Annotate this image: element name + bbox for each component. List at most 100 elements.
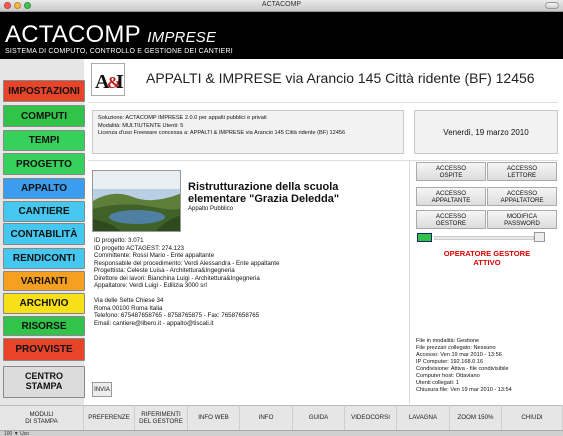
stop-button[interactable]: [534, 232, 545, 242]
project-detail-line: Email: cantiere@libero.it - appalto@tisc…: [94, 319, 214, 327]
brand-name: ACTACOMP: [5, 21, 141, 48]
nav-button-1[interactable]: COMPUTI: [3, 105, 85, 127]
project-type: Appalto Pubblico: [188, 206, 234, 212]
toolbar-button-3[interactable]: INFO WEB: [188, 405, 240, 430]
project-detail-line: Direttore dei lavori: Bianchina Luigi - …: [94, 274, 260, 282]
toolbar-button-0[interactable]: MODULI DI STAMPA: [0, 405, 84, 430]
nav-button-3[interactable]: PROGETTO: [3, 153, 85, 175]
project-detail-line: Committente: Rossi Mario - Ente appaltan…: [94, 252, 215, 259]
access-button-label: ACCESSO: [506, 189, 538, 197]
access-button-label: APPALTANTE: [431, 196, 471, 204]
file-info-line: File prezzari collegato: Nessuno: [416, 345, 496, 351]
access-button-0[interactable]: ACCESSO OSPITE: [416, 162, 486, 181]
send-button[interactable]: INVIA: [92, 382, 112, 397]
nav-button-11[interactable]: PROVVISTE: [3, 338, 85, 361]
date-box: Venerdì, 19 marzo 2010: [414, 110, 558, 154]
nav-button-10[interactable]: RISORSE: [3, 316, 85, 336]
project-detail-line: Progettista: Celeste Luisa - Architettur…: [94, 267, 235, 274]
file-info: File in modalità: Gestione File prezzari …: [416, 338, 558, 394]
nav-button-9[interactable]: ARCHIVIO: [3, 293, 85, 314]
toolbar-button-8[interactable]: ZOOM 150%: [450, 405, 502, 430]
access-button-3[interactable]: ACCESSO APPALTATORE: [487, 187, 557, 206]
access-button-label: MODIFICA: [506, 212, 538, 220]
access-button-label: ACCESSO: [435, 212, 467, 220]
current-date: Venerdì, 19 marzo 2010: [443, 127, 529, 137]
nav-button-4[interactable]: APPALTO: [3, 178, 85, 199]
company-logo: A & I: [91, 63, 125, 96]
operator-status-line: ATTIVO: [473, 258, 501, 267]
file-info-line: Condivisione: Attiva - file condivisibil…: [416, 366, 509, 372]
toolbar-button-6[interactable]: VIDEOCORSI: [345, 405, 397, 430]
file-info-line: IP Computer: 192.168.0.16: [416, 359, 484, 365]
access-button-label: LETTORE: [507, 171, 537, 179]
project-detail-line: Roma 00100 Roma Italia: [94, 304, 163, 312]
toolbar-button-7[interactable]: LAVAGNA: [397, 405, 450, 430]
project-detail-line: ID progetto: 3.071: [94, 237, 144, 244]
divider: [88, 102, 558, 103]
divider: [409, 160, 410, 404]
access-button-label: ACCESSO: [506, 164, 538, 172]
access-button-5[interactable]: MODIFICA PASSWORD: [487, 210, 557, 229]
project-detail-line: [94, 290, 404, 298]
operator-status-line: OPERATORE GESTORE: [443, 249, 531, 258]
operator-status: OPERATORE GESTORE ATTIVO: [416, 249, 558, 267]
toolbar-button-label: CHIUDI: [521, 414, 543, 421]
project-detail-line: ID progetto ACTAGEST: 274.123: [94, 244, 184, 252]
access-button-label: ACCESSO: [435, 189, 467, 197]
toolbar-button-label: INFO: [258, 414, 274, 421]
access-button-4[interactable]: ACCESSO GESTORE: [416, 210, 486, 229]
license-line: Licenza d'uso Freeware concessa a: APPAL…: [98, 130, 346, 137]
toolbar-button-4[interactable]: INFO: [240, 405, 293, 430]
toolbar-button-9[interactable]: CHIUDI: [502, 405, 563, 430]
app-subtitle: SISTEMA DI COMPUTO, CONTROLLO E GESTIONE…: [5, 48, 233, 55]
toolbar-button-2[interactable]: RIFERIMENTI DEL GESTORE: [135, 405, 188, 430]
status-indicator: [417, 233, 432, 242]
project-details: ID progetto: 3.071 ID progetto ACTAGEST: …: [94, 237, 404, 327]
file-info-line: File in modalità: Gestione: [416, 338, 480, 344]
toolbar-button-label: ZOOM 150%: [457, 414, 494, 421]
access-button-label: GESTORE: [435, 219, 467, 227]
file-info-line: Accesso: Ven 19 mar 2010 - 13:56: [416, 352, 502, 358]
project-detail-line: Via delle Sette Chiese 34: [94, 297, 164, 304]
app-header: ACTACOMP IMPRESE SISTEMA DI COMPUTO, CON…: [0, 12, 563, 59]
access-button-label: OSPITE: [439, 171, 463, 179]
toolbar-button-label: INFO WEB: [198, 414, 229, 421]
nav-button-8[interactable]: VARIANTI: [3, 271, 85, 291]
access-button-2[interactable]: ACCESSO APPALTANTE: [416, 187, 486, 206]
access-button-1[interactable]: ACCESSO LETTORE: [487, 162, 557, 181]
toolbar-button-label: PREFERENZE: [88, 414, 130, 421]
status-strip: 100 ▼ Uso: [0, 430, 563, 436]
nav-button-2[interactable]: TEMPI: [3, 130, 85, 151]
access-button-label: ACCESSO: [435, 164, 467, 172]
window-titlebar: ACTACOMP: [0, 0, 563, 12]
brand-logo: ACTACOMP IMPRESE: [5, 23, 216, 47]
toolbar-button-label: DEL GESTORE: [139, 417, 183, 425]
license-info-box: Soluzione: ACTACOMP IMPRESE 2.0.0 per ap…: [92, 110, 404, 154]
toolbar-button-label: VIDEOCORSI: [351, 414, 390, 421]
toolbar-button-label: DI STAMPA: [25, 417, 58, 425]
nav-button-6[interactable]: CONTABILITÀ: [3, 223, 85, 245]
toolbar-button-label: RIFERIMENTI: [141, 410, 181, 418]
access-button-label: PASSWORD: [504, 219, 540, 227]
toolbar-button-5[interactable]: GUIDA: [293, 405, 345, 430]
file-info-line: Utenti collegati: 1: [416, 380, 459, 386]
nav-button-5[interactable]: CANTIERE: [3, 201, 85, 222]
project-photo: [92, 170, 181, 232]
toolbar-button-1[interactable]: PREFERENZE: [84, 405, 135, 430]
nav-button-7[interactable]: RENDICONTI: [3, 248, 85, 269]
toolbar-button-label: MODULI: [29, 410, 54, 418]
brand-suffix: IMPRESE: [147, 29, 217, 46]
file-info-line: Computer host: Ottaviano: [416, 373, 480, 379]
nav-button-0[interactable]: IMPOSTAZIONI: [3, 80, 85, 102]
svg-text:I: I: [116, 71, 124, 93]
license-line: Modalità: MULTIUTENTE Utenti: 5: [98, 122, 184, 129]
toolbar-toggle-icon[interactable]: [545, 2, 559, 9]
divider: [88, 160, 558, 161]
nav-button-12[interactable]: CENTRO STAMPA: [3, 366, 85, 398]
progress-track: [434, 236, 534, 240]
project-detail-line: Telefono: 675487658765 - 8758765875 - Fa…: [94, 312, 260, 319]
window-title: ACTACOMP: [261, 1, 302, 8]
toolbar-button-label: GUIDA: [308, 414, 329, 421]
company-title: APPALTI & IMPRESE via Arancio 145 Città …: [146, 70, 535, 86]
project-detail-line: Appaltatore: Verdi Luigi - Edilizia 3000…: [94, 282, 207, 289]
